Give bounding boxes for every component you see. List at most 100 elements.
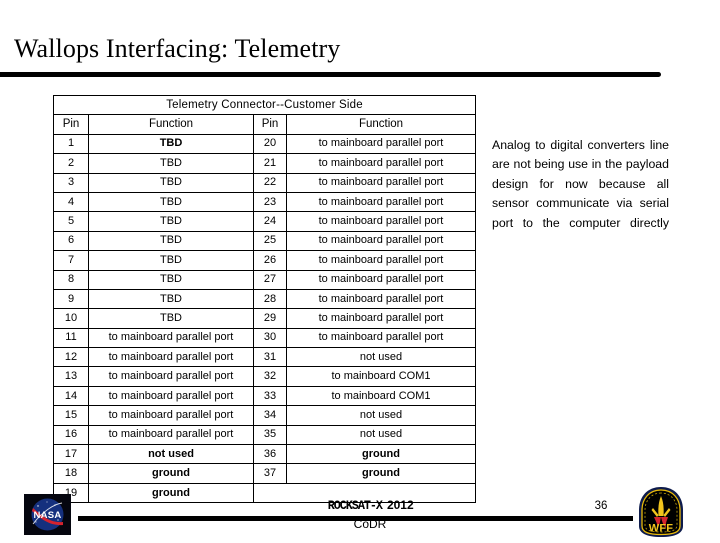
cell-function-right: to mainboard parallel port: [286, 308, 476, 329]
cell-pin-right: 32: [253, 366, 287, 387]
cell-pin-left: 14: [53, 385, 89, 407]
cell-function-right: to mainboard COM1: [286, 366, 476, 387]
table-row: 6 TBD 25 to mainboard parallel port: [53, 230, 476, 252]
column-header-function-left: Function: [88, 114, 254, 135]
nasa-logo: NASA: [24, 494, 71, 535]
table-row: 14 to mainboard parallel port 33 to mainboa…: [53, 385, 476, 407]
cell-pin-left: 6: [53, 230, 89, 252]
rocksat-x-logo: ROCKSAT-X: [328, 499, 383, 513]
cell-pin-left: 5: [53, 211, 89, 232]
wff-logo-graphic: WFF: [639, 487, 683, 537]
cell-pin-left: 11: [53, 327, 89, 349]
cell-function-right: to mainboard parallel port: [286, 191, 476, 213]
cell-function-left: TBD: [88, 269, 254, 290]
cell-function-right: to mainboard parallel port: [286, 172, 476, 193]
table-header-row: Pin Function Pin Function: [53, 114, 476, 135]
table-row: 1 TBD 20 to mainboard parallel port: [53, 133, 476, 155]
cell-function-right: not used: [286, 347, 476, 368]
cell-pin-right: 22: [253, 172, 287, 193]
cell-pin-right: 36: [253, 444, 287, 465]
cell-function-left: not used: [88, 444, 254, 465]
table-row: 2 TBD 21 to mainboard parallel port: [53, 153, 476, 174]
cell-function-right: to mainboard parallel port: [286, 250, 476, 271]
cell-pin-right: 21: [253, 153, 287, 174]
cell-function-right: to mainboard parallel port: [286, 230, 476, 252]
cell-function-left: to mainboard parallel port: [88, 424, 254, 446]
table-row: 3 TBD 22 to mainboard parallel port: [53, 172, 476, 193]
cell-pin-right: 33: [253, 385, 287, 407]
table-body: 1 TBD 20 to mainboard parallel port 2 TBD 21 to…: [53, 133, 476, 504]
cell-function-right: not used: [286, 405, 476, 426]
table-row: 17 not used 36 ground: [53, 444, 476, 465]
cell-pin-left: 2: [53, 153, 89, 174]
cell-function-left: to mainboard parallel port: [88, 385, 254, 407]
cell-pin-left: 17: [53, 444, 89, 465]
cell-function-left: ground: [88, 463, 254, 484]
wff-logo: WFF: [634, 486, 688, 538]
column-header-pin-right: Pin: [253, 114, 287, 135]
cell-function-right: to mainboard parallel port: [286, 211, 476, 232]
title-divider: [0, 72, 661, 77]
table-row: 18 ground 37 ground: [53, 463, 476, 484]
cell-pin-right: 34: [253, 405, 287, 426]
cell-function-right: to mainboard parallel port: [286, 133, 476, 155]
table-row: 4 TBD 23 to mainboard parallel port: [53, 191, 476, 213]
table-row: 5 TBD 24 to mainboard parallel port: [53, 211, 476, 232]
cell-pin-left: 9: [53, 288, 89, 310]
cell-function-right: ground: [286, 463, 476, 484]
cell-pin-right: 20: [253, 133, 287, 155]
cell-pin-left: 15: [53, 405, 89, 426]
cell-function-left: to mainboard parallel port: [88, 405, 254, 426]
cell-pin-left: 12: [53, 347, 89, 368]
page-number: 36: [594, 500, 608, 512]
nasa-logo-graphic: NASA: [24, 494, 71, 535]
table-caption: Telemetry Connector--Customer Side: [53, 94, 476, 116]
cell-function-left: TBD: [88, 308, 254, 329]
cell-function-left: to mainboard parallel port: [88, 366, 254, 387]
telemetry-connector-table-container: Telemetry Connector--Customer Side Pin F…: [53, 94, 476, 504]
cell-function-left: TBD: [88, 191, 254, 213]
cell-pin-right: 26: [253, 250, 287, 271]
table-row: 12 to mainboard parallel port 31 not used: [53, 347, 476, 368]
wff-wordmark: WFF: [649, 523, 674, 535]
svg-text:NASA: NASA: [33, 510, 61, 521]
cell-function-right: to mainboard parallel port: [286, 153, 476, 174]
cell-function-right: to mainboard parallel port: [286, 288, 476, 310]
cell-pin-right: 25: [253, 230, 287, 252]
table-row: 9 TBD 28 to mainboard parallel port: [53, 288, 476, 310]
cell-pin-left: 3: [53, 172, 89, 193]
rocksat-year: 2012: [386, 498, 414, 512]
cell-pin-right: 37: [253, 463, 287, 484]
cell-pin-left: 10: [53, 308, 89, 329]
table-caption-row: Telemetry Connector--Customer Side: [53, 94, 476, 116]
cell-function-right: to mainboard parallel port: [286, 327, 476, 349]
cell-function-left: TBD: [88, 172, 254, 193]
table-row: 11 to mainboard parallel port 30 to mainboa…: [53, 327, 476, 349]
rocksat-branding: ROCKSAT-X 2012: [300, 498, 440, 513]
cell-pin-right: 35: [253, 424, 287, 446]
cell-pin-right: 27: [253, 269, 287, 290]
cell-pin-left: 13: [53, 366, 89, 387]
cell-pin-left: 18: [53, 463, 89, 484]
table-row: 16 to mainboard parallel port 35 not used: [53, 424, 476, 446]
table-row: 8 TBD 27 to mainboard parallel port: [53, 269, 476, 290]
side-note-text: Analog to digital converters line are no…: [492, 138, 669, 230]
cell-function-left: TBD: [88, 250, 254, 271]
table-row: 15 to mainboard parallel port 34 not used: [53, 405, 476, 426]
table-row: 10 TBD 29 to mainboard parallel port: [53, 308, 476, 329]
cell-function-left: TBD: [88, 153, 254, 174]
cell-function-right: not used: [286, 424, 476, 446]
cell-pin-right: 29: [253, 308, 287, 329]
cell-pin-left: 7: [53, 250, 89, 271]
page-title: Wallops Interfacing: Telemetry: [14, 34, 341, 63]
cell-pin-right: 23: [253, 191, 287, 213]
cell-function-left: ground: [88, 482, 254, 504]
cell-pin-left: 16: [53, 424, 89, 446]
cell-pin-right: 24: [253, 211, 287, 232]
footer-center-block: ROCKSAT-X 2012 CoDR: [300, 498, 440, 531]
telemetry-connector-table: Telemetry Connector--Customer Side Pin F…: [53, 94, 476, 504]
column-header-pin-left: Pin: [53, 114, 89, 135]
table-row: 7 TBD 26 to mainboard parallel port: [53, 250, 476, 271]
cell-function-left: to mainboard parallel port: [88, 347, 254, 368]
cell-pin-left: 1: [53, 133, 89, 155]
